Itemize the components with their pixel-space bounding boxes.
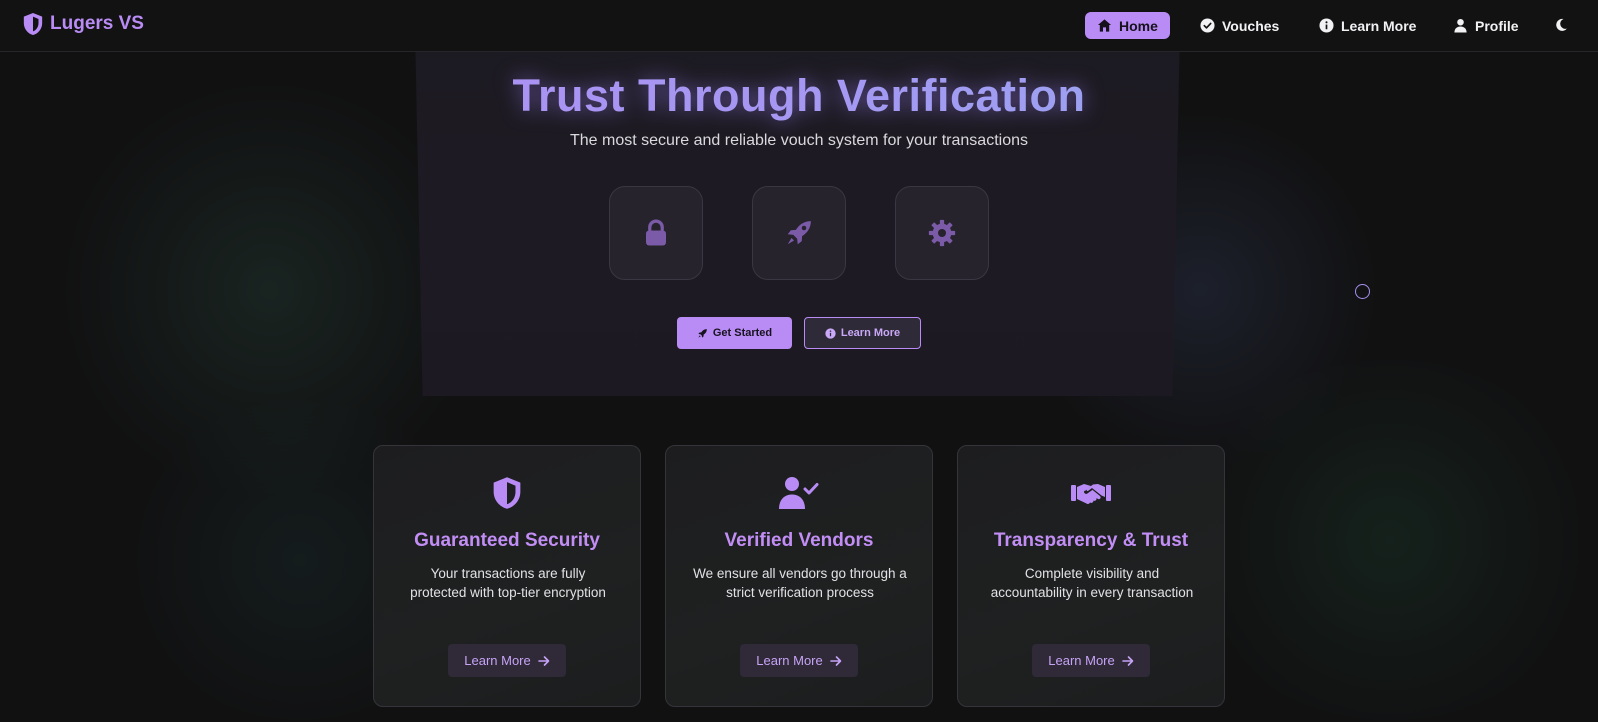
security-tile[interactable] (609, 186, 703, 280)
learn-more-button[interactable]: Learn More (804, 317, 921, 349)
hero-title: Trust Through Verification (0, 70, 1598, 122)
arrow-right-icon (537, 655, 550, 666)
get-started-label: Get Started (712, 327, 773, 339)
card-description: Your transactions are fully protected wi… (410, 566, 606, 600)
info-circle-icon (825, 327, 836, 339)
arrow-right-icon (1121, 655, 1134, 666)
card-title: Guaranteed Security (414, 530, 600, 551)
card-button-label: Learn More (756, 653, 823, 668)
settings-tile[interactable] (895, 186, 989, 280)
card-button-label: Learn More (1048, 653, 1115, 668)
card-learn-more-button[interactable]: Learn More (448, 644, 566, 677)
shield-icon (23, 13, 43, 35)
user-check-icon (779, 477, 819, 509)
card-button-label: Learn More (464, 653, 531, 668)
nav-profile[interactable]: Profile (1441, 12, 1531, 39)
card-title: Transparency & Trust (993, 530, 1189, 551)
arrow-right-icon (829, 655, 842, 666)
navbar: Lugers VS Home Vouches Learn More Profil… (0, 0, 1598, 52)
nav-vouches-label: Vouches (1222, 17, 1280, 34)
gear-icon (928, 219, 956, 247)
learn-more-label: Learn More (840, 327, 901, 339)
card-learn-more-button[interactable]: Learn More (740, 644, 858, 677)
card-description: We ensure all vendors go through a stric… (693, 566, 907, 600)
home-icon (1097, 19, 1112, 32)
nav-profile-label: Profile (1475, 17, 1519, 34)
feature-card-vendors: Verified Vendors We ensure all vendors g… (665, 445, 933, 707)
card-learn-more-button[interactable]: Learn More (1032, 644, 1150, 677)
shield-half-icon (493, 477, 521, 509)
get-started-button[interactable]: Get Started (677, 317, 792, 349)
speed-tile[interactable] (752, 186, 846, 280)
brand-name: Lugers VS (50, 13, 144, 34)
hero-subtitle: The most secure and reliable vouch syste… (570, 132, 1028, 149)
check-circle-icon (1200, 18, 1215, 33)
card-description: Complete visibility and accountability i… (990, 566, 1194, 600)
background-glow (1180, 360, 1598, 720)
rocket-icon (698, 328, 707, 338)
nav-home[interactable]: Home (1085, 12, 1170, 39)
rocket-icon (787, 221, 811, 245)
handshake-icon (1071, 484, 1111, 505)
nav-learn-more[interactable]: Learn More (1307, 12, 1428, 39)
feature-card-security: Guaranteed Security Your transactions ar… (373, 445, 641, 707)
nav-learn-more-label: Learn More (1341, 17, 1417, 34)
card-title: Verified Vendors (724, 530, 874, 551)
info-circle-icon (1319, 18, 1334, 33)
cursor-indicator (1355, 284, 1370, 299)
user-icon (1454, 18, 1467, 33)
lock-icon (646, 219, 666, 246)
feature-card-transparency: Transparency & Trust Complete visibility… (957, 445, 1225, 707)
nav-vouches[interactable]: Vouches (1188, 12, 1291, 39)
nav-home-label: Home (1119, 17, 1158, 34)
brand-logo[interactable]: Lugers VS (22, 12, 144, 36)
moon-icon[interactable] (1553, 17, 1569, 33)
